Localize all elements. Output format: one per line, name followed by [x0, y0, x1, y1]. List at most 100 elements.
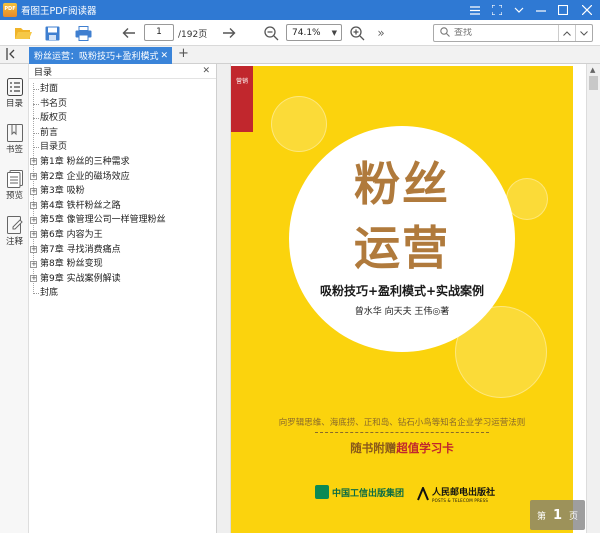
thumbnails-icon [6, 170, 23, 188]
maximize-button[interactable] [552, 0, 574, 20]
search-input[interactable] [454, 28, 558, 38]
minimize-button[interactable] [530, 0, 552, 20]
toc-item[interactable]: 目录页 [29, 140, 216, 155]
toc-item-label: 版权页 [32, 111, 67, 126]
cover-title-line2: 运营 [354, 221, 450, 275]
toc-item[interactable]: + 第5章 像管理公司一样管理粉丝 [29, 213, 216, 228]
toc-item[interactable]: + 第2章 企业的磁场效应 [29, 170, 216, 185]
toc-item[interactable]: + 第6章 内容为王 [29, 228, 216, 243]
document-viewer[interactable]: 营销 粉丝 运营 吸粉技巧+盈利模式+实战案例 曾水华 向天夫 王伟◎著 向罗辑… [231, 64, 586, 533]
outline-title: 目录 [34, 67, 53, 78]
toc-item-label: 第1章 粉丝的三种需求 [40, 156, 130, 167]
expand-icon[interactable]: + [30, 260, 37, 268]
cover-tagline: 向罗辑思维、海底捞、正和岛、钻石小鸟等知名企业学习运营法则 [278, 418, 526, 428]
collapse-sidebar-icon[interactable] [6, 48, 16, 63]
tab-document[interactable]: 粉丝运营：吸粉技巧+盈利模式 ✕ [29, 47, 172, 64]
zoom-in-icon[interactable] [348, 23, 366, 43]
scroll-up-arrow[interactable]: ▲ [590, 66, 595, 74]
outline-scrollbar[interactable] [217, 64, 231, 533]
publisher-logo [417, 485, 429, 501]
previous-page-button[interactable] [120, 23, 138, 43]
cover-subtitle: 吸粉技巧+盈利模式+实战案例 [319, 284, 485, 298]
tab-document-label: 粉丝运营：吸粉技巧+盈利模式 [34, 52, 159, 62]
search-previous-button[interactable] [558, 25, 575, 41]
toc-item[interactable]: + 第3章 吸粉 [29, 184, 216, 199]
pdf-page: 营销 粉丝 运营 吸粉技巧+盈利模式+实战案例 曾水华 向天夫 王伟◎著 向罗辑… [231, 66, 573, 533]
toc-item[interactable]: + 第7章 寻找消费痛点 [29, 243, 216, 258]
rail-note-label: 注释 [5, 237, 23, 247]
rail-item-bookmarks[interactable]: 书签 [0, 124, 29, 155]
expand-icon[interactable]: + [30, 231, 37, 239]
toc-item-label: 书名页 [32, 97, 67, 112]
viewer-scrollbar[interactable]: ▲ [586, 64, 600, 533]
close-tab-icon[interactable]: ✕ [160, 51, 168, 61]
toc-item[interactable]: 封底 [29, 286, 216, 301]
print-icon[interactable] [72, 23, 94, 43]
search-next-button[interactable] [575, 25, 592, 41]
toc-item-label: 第3章 吸粉 [40, 186, 85, 197]
scroll-thumb[interactable] [589, 76, 598, 90]
series-band-label: 营销 [235, 78, 248, 85]
title-bar: 看图王PDF阅读器 [0, 0, 600, 20]
save-icon[interactable] [42, 23, 62, 43]
toc-item[interactable]: + 第8章 粉丝变现 [29, 257, 216, 272]
cover-title-line1: 粉丝 [354, 157, 450, 211]
expand-icon[interactable]: + [30, 275, 37, 283]
toc-list: 封面 书名页 版权页 前言 目录页 + 第1章 粉丝的三种需求 + 第2章 企业的磁场效应 + 第3… [29, 79, 216, 301]
expand-icon[interactable]: + [30, 173, 37, 181]
toc-item[interactable]: 封面 [29, 82, 216, 97]
next-page-button[interactable] [220, 23, 238, 43]
toc-item[interactable]: + 第9章 实战案例解读 [29, 272, 216, 287]
rail-item-preview[interactable]: 预览 [0, 170, 29, 201]
page-number-input[interactable]: 1 [144, 24, 174, 41]
pager-number: 1 [552, 507, 563, 523]
publisher-name-en: POSTS & TELECOM PRESS [432, 498, 489, 503]
toc-item-label: 封底 [32, 286, 58, 301]
expand-icon[interactable]: + [30, 187, 37, 195]
publisher-group-logo [315, 485, 329, 499]
expand-icon[interactable]: + [30, 216, 37, 224]
decor-circle [271, 96, 327, 152]
toc-item-label: 第6章 内容为王 [40, 229, 103, 240]
fullscreen-icon[interactable] [486, 0, 508, 20]
cover-promo: 随书附赠超值学习卡 [231, 440, 573, 456]
restore-down-icon[interactable] [508, 0, 530, 20]
zoom-select[interactable]: 74.1% ▼ [286, 24, 342, 41]
menu-icon[interactable] [464, 0, 486, 20]
toc-item-label: 第5章 像管理公司一样管理粉丝 [40, 215, 166, 226]
rail-bookmark-label: 书签 [5, 145, 23, 155]
publisher: 人民邮电出版社 POSTS & TELECOM PRESS [417, 485, 495, 503]
toc-item[interactable]: 前言 [29, 126, 216, 141]
rail-item-annotations[interactable]: 注释 [0, 216, 29, 247]
zoom-value: 74.1% [292, 27, 321, 38]
series-band: 营销 [231, 66, 253, 132]
toc-item-label: 前言 [32, 126, 58, 141]
toc-item[interactable]: 版权页 [29, 111, 216, 126]
toc-item-label: 第7章 寻找消费痛点 [40, 244, 121, 255]
toc-item[interactable]: 书名页 [29, 97, 216, 112]
outline-header: 目录 ✕ [29, 64, 216, 79]
divider [315, 432, 489, 433]
toolbar: 1 /192页 74.1% ▼ » [0, 20, 600, 46]
toc-item-label: 封面 [32, 82, 58, 97]
cover-authors: 曾水华 向天夫 王伟◎著 [354, 307, 450, 317]
rail-item-toc[interactable]: 目录 [0, 78, 29, 109]
open-folder-icon[interactable] [12, 23, 34, 43]
search-icon [440, 26, 450, 40]
bookmark-icon [6, 124, 23, 142]
add-tab-button[interactable]: + [178, 46, 189, 61]
outline-panel: 目录 ✕ 封面 书名页 版权页 前言 目录页 + 第1章 粉丝的三种需求 + 第2章 企业的磁场… [29, 64, 217, 533]
expand-icon[interactable]: + [30, 246, 37, 254]
expand-icon[interactable]: + [30, 202, 37, 210]
close-outline-icon[interactable]: ✕ [202, 66, 210, 76]
expand-icon[interactable]: + [30, 158, 37, 166]
side-rail: 目录 书签 预览 注释 [0, 64, 29, 533]
toc-item[interactable]: + 第4章 铁杆粉丝之路 [29, 199, 216, 214]
toc-item-label: 第8章 粉丝变现 [40, 259, 103, 270]
publisher-name: 人民邮电出版社 [432, 488, 496, 498]
toc-item[interactable]: + 第1章 粉丝的三种需求 [29, 155, 216, 170]
pager-prefix: 第 [536, 511, 546, 522]
more-tools-button[interactable]: » [374, 23, 388, 43]
zoom-out-icon[interactable] [262, 23, 280, 43]
close-window-button[interactable] [574, 0, 600, 20]
